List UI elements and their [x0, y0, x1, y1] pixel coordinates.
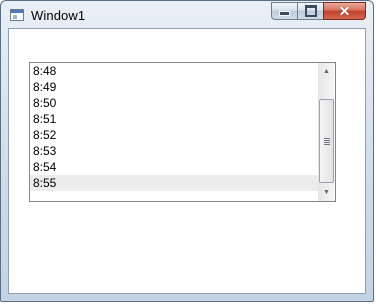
listbox-items: 8:48 8:49 8:50 8:51 8:52 8:53 8:54 8:55 — [30, 63, 320, 191]
main-window: Window1 ✕ 8:48 8:49 8:50 8:51 8:52 8:53 … — [0, 0, 374, 302]
list-item[interactable]: 8:54 — [30, 159, 320, 175]
maximize-button[interactable] — [297, 2, 323, 20]
vertical-scrollbar[interactable]: ▲ ▼ — [318, 63, 335, 201]
list-item-selected[interactable]: 8:55 — [30, 175, 320, 191]
list-item[interactable]: 8:52 — [30, 127, 320, 143]
list-item[interactable]: 8:51 — [30, 111, 320, 127]
minimize-button[interactable] — [271, 2, 297, 20]
title-bar[interactable]: Window1 ✕ — [1, 1, 373, 28]
scroll-thumb[interactable] — [319, 99, 334, 183]
minimize-icon — [279, 11, 290, 16]
arrow-down-icon: ▼ — [323, 189, 330, 196]
window-app-icon[interactable] — [10, 9, 24, 21]
arrow-up-icon: ▲ — [323, 68, 330, 75]
list-item[interactable]: 8:50 — [30, 95, 320, 111]
time-listbox[interactable]: 8:48 8:49 8:50 8:51 8:52 8:53 8:54 8:55 … — [29, 62, 336, 202]
list-item[interactable]: 8:53 — [30, 143, 320, 159]
caption-buttons: ✕ — [271, 2, 366, 20]
list-item[interactable]: 8:48 — [30, 63, 320, 79]
scroll-up-button[interactable]: ▲ — [318, 63, 335, 80]
client-area: 8:48 8:49 8:50 8:51 8:52 8:53 8:54 8:55 … — [8, 28, 366, 294]
window-title: Window1 — [31, 8, 86, 23]
close-button[interactable]: ✕ — [323, 2, 366, 20]
scroll-down-button[interactable]: ▼ — [318, 184, 335, 201]
grip-icon — [323, 137, 330, 146]
list-item[interactable]: 8:49 — [30, 79, 320, 95]
maximize-icon — [304, 5, 317, 17]
close-icon: ✕ — [338, 3, 351, 19]
